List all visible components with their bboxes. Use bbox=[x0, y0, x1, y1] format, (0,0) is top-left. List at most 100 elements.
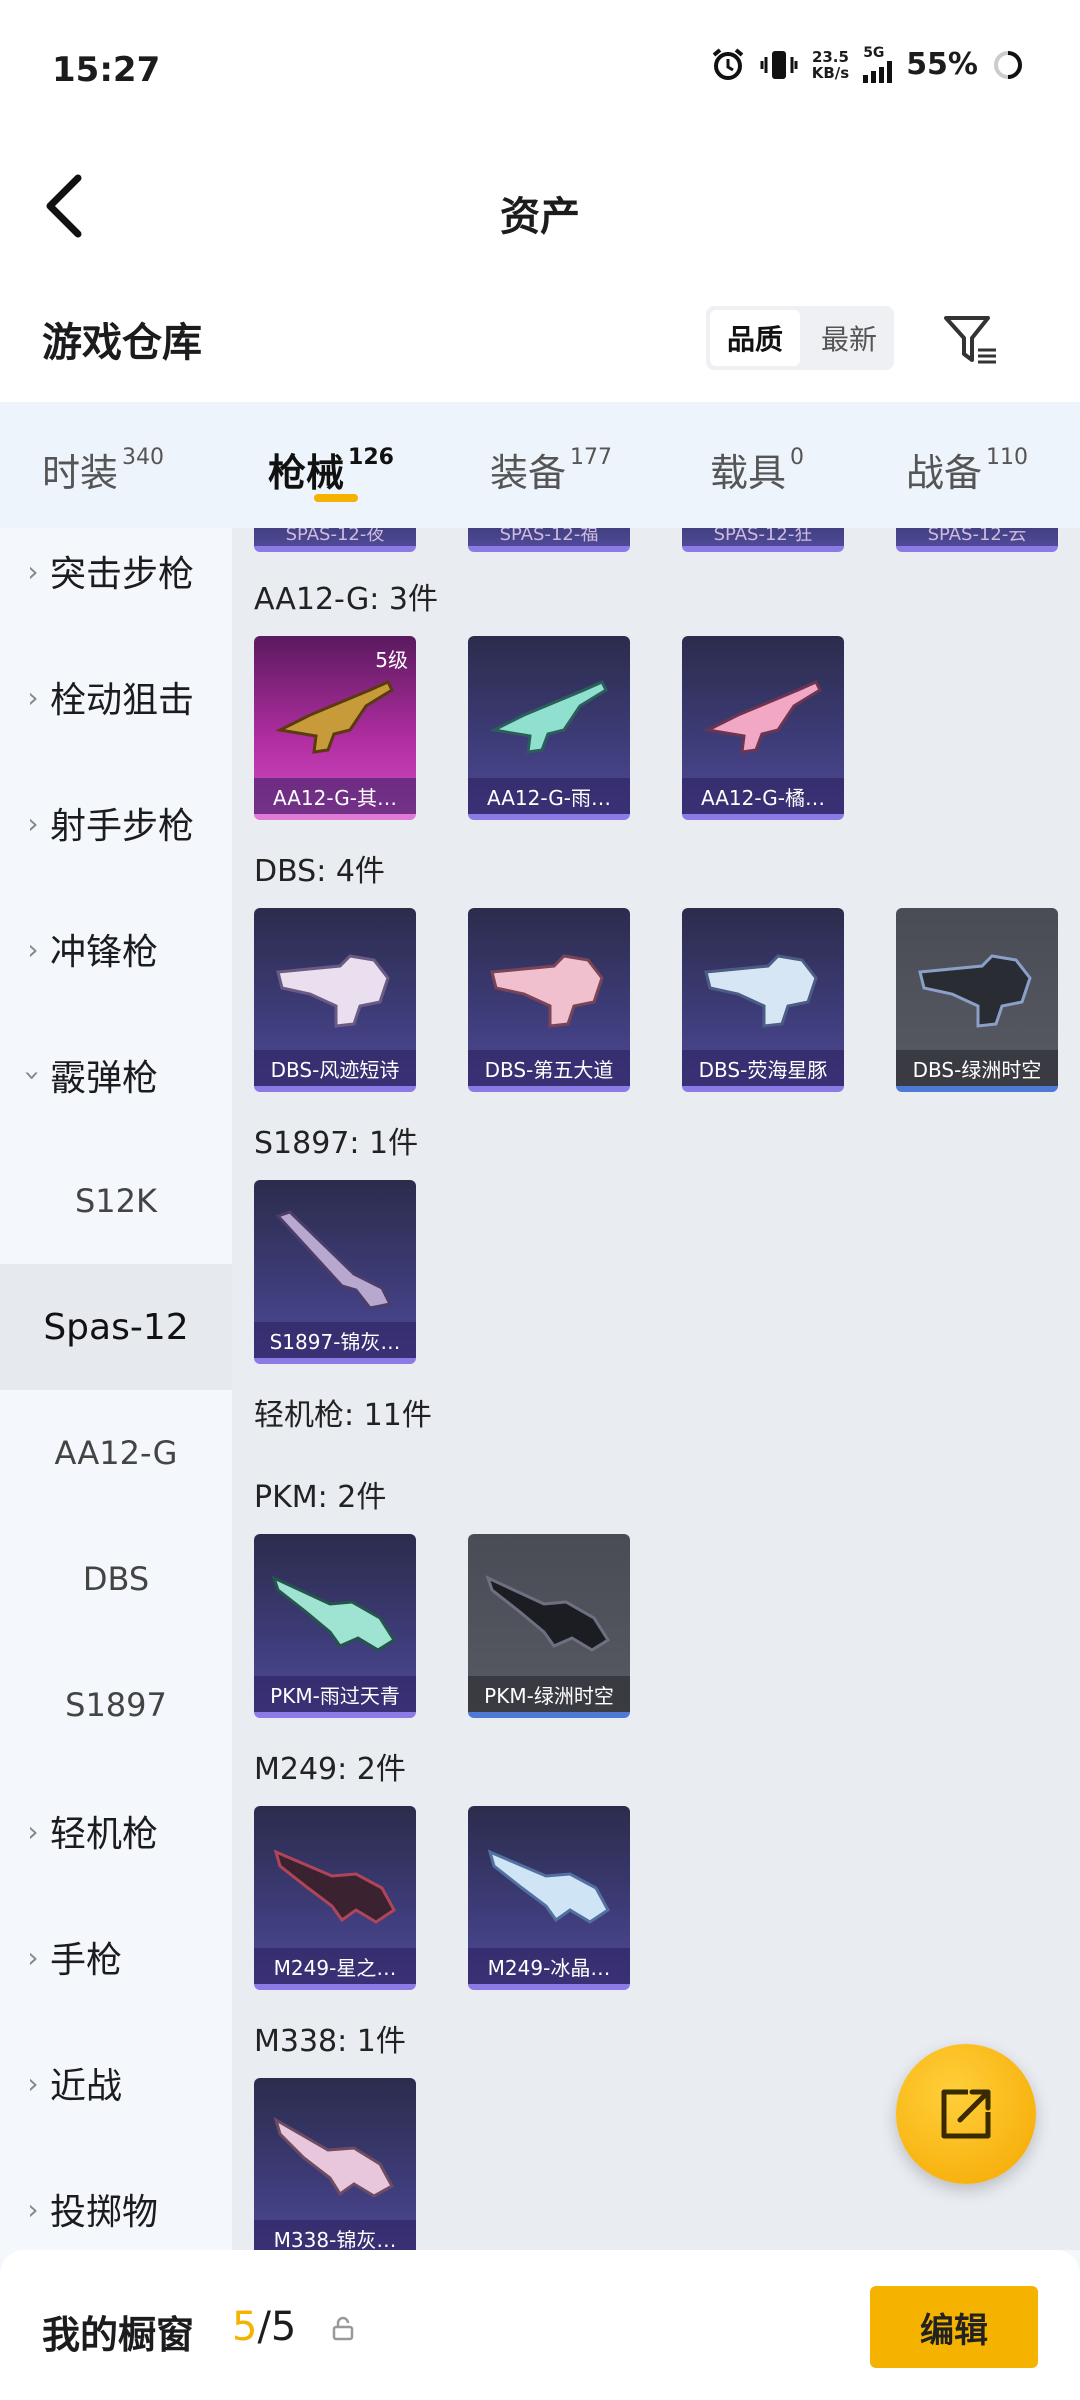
sidebar-subitem-aa12g[interactable]: AA12-G bbox=[0, 1390, 232, 1516]
sidebar-subitem-dbs[interactable]: DBS bbox=[0, 1516, 232, 1642]
tab-tactical[interactable]: 战备 110 bbox=[906, 442, 1028, 497]
sort-quality-button[interactable]: 品质 bbox=[710, 310, 800, 366]
showcase-bar: 我的橱窗 5/5 编辑 bbox=[0, 2250, 1080, 2400]
net-speed-value: 23.5 bbox=[811, 47, 849, 66]
item-label: DBS-第五大道 bbox=[468, 1050, 630, 1086]
tab-label: 载具 bbox=[710, 451, 787, 495]
signal-indicator: 5G bbox=[863, 45, 893, 83]
gun-icon bbox=[918, 954, 1032, 1028]
net-speed: 23.5 KB/s bbox=[812, 49, 849, 81]
lock-icon bbox=[332, 2316, 354, 2341]
sidebar-item-shotgun[interactable]: › 霰弹枪 bbox=[0, 1012, 232, 1138]
net-speed-unit: KB/s bbox=[811, 63, 850, 82]
section-title: S1897: 1件 bbox=[254, 1126, 419, 1161]
gun-icon bbox=[273, 1849, 396, 1924]
item-label: DBS-绿洲时空 bbox=[896, 1050, 1058, 1086]
tab-label: 时装 bbox=[42, 451, 119, 495]
sidebar-item-pistol[interactable]: › 手枪 bbox=[0, 1894, 232, 2020]
item-card[interactable]: S1897-锦灰… bbox=[254, 1180, 416, 1364]
gun-icon bbox=[490, 954, 604, 1028]
sidebar-subitem-s12k[interactable]: S12K bbox=[0, 1138, 232, 1264]
item-card-partial[interactable]: SPAS-12-狂 bbox=[682, 528, 844, 552]
item-card[interactable]: DBS-风迹短诗 bbox=[254, 908, 416, 1092]
item-label: SPAS-12-福 bbox=[499, 528, 599, 545]
sidebar-item-label: 霰弹枪 bbox=[50, 1058, 159, 1099]
showcase-current: 5 bbox=[232, 2304, 258, 2350]
sidebar-item-lmg[interactable]: › 轻机枪 bbox=[0, 1768, 232, 1894]
tab-vehicles[interactable]: 载具 0 bbox=[710, 442, 804, 497]
status-icons: 23.5 KB/s 5G 55% bbox=[710, 46, 1024, 83]
tab-count: 110 bbox=[986, 445, 1029, 470]
network-type: 5G bbox=[863, 45, 885, 61]
item-card[interactable]: AA12-G-橘… bbox=[682, 636, 844, 820]
gun-icon bbox=[273, 2116, 395, 2198]
item-label: AA12-G-雨… bbox=[468, 778, 630, 814]
warehouse-title: 游戏仓库 bbox=[42, 320, 202, 366]
item-label: SPAS-12-狂 bbox=[713, 528, 813, 545]
filter-icon[interactable] bbox=[940, 310, 1000, 370]
item-card-partial[interactable]: SPAS-12-夜 bbox=[254, 528, 416, 552]
sidebar-subitem-spas12[interactable]: Spas-12 bbox=[0, 1264, 232, 1390]
gun-icon bbox=[489, 680, 608, 754]
vibrate-icon bbox=[760, 50, 798, 79]
item-card[interactable]: 5级 AA12-G-其… bbox=[254, 636, 416, 820]
item-card[interactable]: DBS-绿洲时空 bbox=[896, 908, 1058, 1092]
tab-fashion[interactable]: 时装 340 bbox=[42, 442, 164, 497]
tab-count: 0 bbox=[790, 445, 805, 470]
sort-toggle: 品质 最新 bbox=[706, 306, 894, 370]
section-title: PKM: 2件 bbox=[254, 1480, 387, 1515]
item-label: AA12-G-橘… bbox=[682, 778, 844, 814]
sidebar-item-melee[interactable]: › 近战 bbox=[0, 2020, 232, 2146]
item-card[interactable]: M249-冰晶… bbox=[468, 1806, 630, 1990]
gun-icon bbox=[704, 954, 818, 1028]
item-label: M249-冰晶… bbox=[468, 1948, 630, 1984]
tab-firearms[interactable]: 枪械 126 bbox=[268, 442, 394, 497]
section-title: M338: 1件 bbox=[254, 2024, 406, 2059]
item-card[interactable]: AA12-G-雨… bbox=[468, 636, 630, 820]
chevron-right-icon: › bbox=[27, 2066, 39, 2100]
chevron-right-icon: › bbox=[27, 554, 39, 588]
sidebar-item-label: 近战 bbox=[50, 2066, 123, 2107]
tab-count: 177 bbox=[570, 445, 613, 470]
sidebar-item-label: 栓动狙击 bbox=[50, 680, 195, 721]
sidebar-item-label: 手枪 bbox=[50, 1940, 123, 1981]
gun-icon bbox=[276, 954, 390, 1028]
share-fab-button[interactable] bbox=[896, 2044, 1036, 2184]
sidebar-item-assault-rifle[interactable]: › 突击步枪 bbox=[0, 528, 232, 634]
sidebar-subitem-s1897[interactable]: S1897 bbox=[0, 1642, 232, 1768]
item-card[interactable]: DBS-荧海星豚 bbox=[682, 908, 844, 1092]
tab-equipment[interactable]: 装备 177 bbox=[490, 442, 612, 497]
showcase-label: 我的橱窗 bbox=[42, 2313, 195, 2357]
sidebar-item-label: 突击步枪 bbox=[50, 554, 195, 595]
battery-percent: 55% bbox=[906, 47, 978, 82]
item-label: DBS-风迹短诗 bbox=[254, 1050, 416, 1086]
sort-newest-button[interactable]: 最新 bbox=[804, 306, 894, 370]
showcase-count: 5/5 bbox=[232, 2304, 296, 2350]
status-bar: 15:27 23.5 KB/s 5G 55% bbox=[0, 0, 1080, 140]
item-card-partial[interactable]: SPAS-12-云 bbox=[896, 528, 1058, 552]
item-card[interactable]: PKM-绿洲时空 bbox=[468, 1534, 630, 1718]
item-card[interactable]: M338-锦灰… bbox=[254, 2078, 416, 2250]
signal-bars-icon bbox=[863, 61, 893, 83]
tab-label: 战备 bbox=[906, 451, 983, 495]
item-label: DBS-荧海星豚 bbox=[682, 1050, 844, 1086]
sidebar-item-marksman-rifle[interactable]: › 射手步枪 bbox=[0, 760, 232, 886]
showcase-total: /5 bbox=[257, 2304, 297, 2350]
item-label: SPAS-12-云 bbox=[927, 528, 1027, 545]
sidebar-item-smg[interactable]: › 冲锋枪 bbox=[0, 886, 232, 1012]
gun-icon bbox=[275, 680, 394, 754]
warehouse-header: 游戏仓库 品质 最新 bbox=[0, 280, 1080, 402]
sidebar-item-throwable[interactable]: › 投掷物 bbox=[0, 2146, 232, 2250]
item-label: AA12-G-其… bbox=[254, 778, 416, 814]
section-title: 轻机枪: 11件 bbox=[254, 1398, 432, 1433]
item-card[interactable]: DBS-第五大道 bbox=[468, 908, 630, 1092]
edit-button[interactable]: 编辑 bbox=[870, 2286, 1038, 2368]
item-card-partial[interactable]: SPAS-12-福 bbox=[468, 528, 630, 552]
battery-icon bbox=[994, 50, 1022, 79]
item-label: PKM-绿洲时空 bbox=[468, 1676, 630, 1712]
chevron-right-icon: › bbox=[27, 2192, 39, 2226]
item-card[interactable]: M249-星之… bbox=[254, 1806, 416, 1990]
weapon-category-sidebar: › 突击步枪 › 栓动狙击 › 射手步枪 › 冲锋枪 › 霰弹枪 S12K Sp… bbox=[0, 528, 232, 2250]
item-card[interactable]: PKM-雨过天青 bbox=[254, 1534, 416, 1718]
sidebar-item-bolt-sniper[interactable]: › 栓动狙击 bbox=[0, 634, 232, 760]
